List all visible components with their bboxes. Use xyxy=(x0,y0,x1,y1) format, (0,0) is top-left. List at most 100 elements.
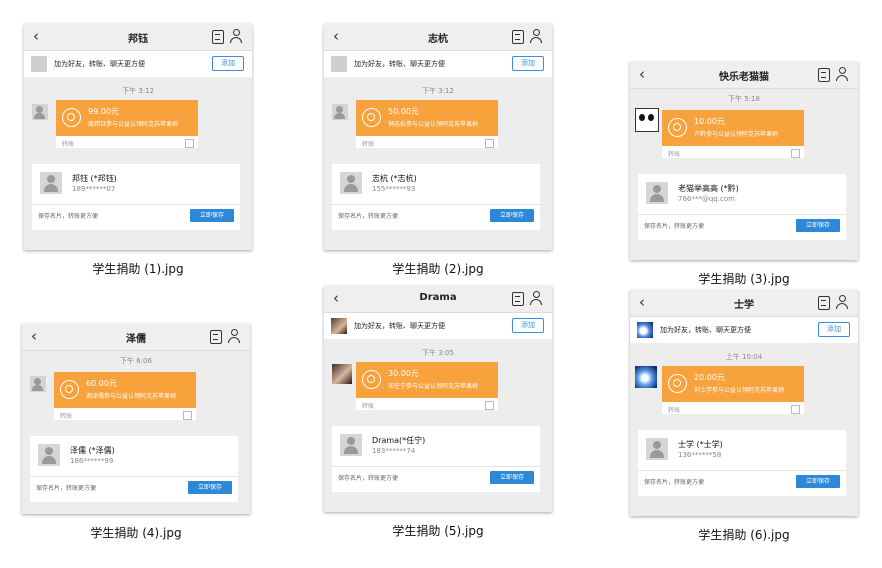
transfer-icon xyxy=(185,139,194,148)
save-button: 立即保存 xyxy=(190,209,234,222)
avatar xyxy=(637,322,653,338)
message-time: 下午 5:18 xyxy=(728,95,760,103)
transfer-bubble: 30.00元 宋任宁参与公益认领阿克苏苹果树 转账 xyxy=(356,362,498,410)
sender-avatar xyxy=(30,376,46,392)
transfer-icon xyxy=(791,405,800,414)
save-text: 保存名片，转账更方便 xyxy=(338,475,399,482)
card-icon xyxy=(818,68,830,82)
profile-icon xyxy=(836,67,848,81)
transfer-amount: 50.00元 xyxy=(388,107,419,116)
divider xyxy=(332,466,540,467)
transfer-label: 转账 xyxy=(362,403,375,410)
file-name[interactable]: 学生捐助 (6).jpg xyxy=(624,526,864,543)
transfer-icon xyxy=(485,401,494,410)
message-time: 上午 10:04 xyxy=(725,353,763,361)
card-name: 泽儒 (*泽儒) xyxy=(70,446,115,455)
transfer-label: 转账 xyxy=(668,407,681,414)
card-avatar xyxy=(340,172,362,194)
card-number: 155******93 xyxy=(372,185,416,193)
thumbnail[interactable]: ‹ 志杭 加为好友，转账、聊天更方便 添加 下午 3:12 50.00元 钟志杭… xyxy=(324,24,552,250)
thumbnail[interactable]: ‹ 邦钰 加为好友，转账、聊天更方便 添加 下午 3:12 99.00元 周邦钰… xyxy=(24,24,252,250)
divider xyxy=(332,204,540,205)
message-time: 下午 6:06 xyxy=(120,357,152,365)
card-number: 186******99 xyxy=(70,457,114,465)
file-name[interactable]: 学生捐助 (2).jpg xyxy=(318,260,558,277)
add-friend-bar: 加为好友，转账、聊天更方便 添加 xyxy=(324,313,552,339)
transfer-amount: 30.00元 xyxy=(388,369,419,378)
file-name[interactable]: 学生捐助 (5).jpg xyxy=(318,522,558,539)
contact-card: 泽儒 (*泽儒) 186******99 保存名片，转账更方便 立即保存 xyxy=(30,436,238,502)
file-item[interactable]: ‹ 志杭 加为好友，转账、聊天更方便 添加 下午 3:12 50.00元 钟志杭… xyxy=(318,24,558,277)
coin-icon xyxy=(62,108,81,127)
card-avatar xyxy=(646,438,668,460)
card-icon xyxy=(212,30,224,44)
profile-icon xyxy=(228,329,240,343)
transfer-description: 刘士学参与公益认领阿克苏苹果树 xyxy=(694,387,785,394)
message-time: 下午 3:05 xyxy=(422,349,454,357)
card-number: 183******74 xyxy=(372,447,416,455)
file-name[interactable]: 学生捐助 (3).jpg xyxy=(624,270,864,287)
add-friend-bar: 加为好友，转账、聊天更方便 添加 xyxy=(324,51,552,77)
thumbnail[interactable]: ‹ 士学 加为好友，转账、聊天更方便 添加 上午 10:04 20.00元 刘士… xyxy=(630,290,858,516)
transfer-icon xyxy=(485,139,494,148)
transfer-description: 周邦钰参与公益认领阿克苏苹果树 xyxy=(88,121,179,128)
file-item[interactable]: ‹ 士学 加为好友，转账、聊天更方便 添加 上午 10:04 20.00元 刘士… xyxy=(624,290,864,543)
file-item[interactable]: ‹ 邦钰 加为好友，转账、聊天更方便 添加 下午 3:12 99.00元 周邦钰… xyxy=(18,24,258,277)
card-number: 136******58 xyxy=(678,451,722,459)
card-number: 189******07 xyxy=(72,185,116,193)
chat-header: ‹ 士学 xyxy=(630,290,858,317)
sender-avatar xyxy=(332,104,348,120)
card-avatar xyxy=(38,444,60,466)
transfer-label: 转账 xyxy=(62,141,75,148)
coin-icon xyxy=(362,370,381,389)
thumbnail[interactable]: ‹ Drama 加为好友，转账、聊天更方便 添加 下午 3:05 30.00元 … xyxy=(324,286,552,512)
coin-icon xyxy=(668,374,687,393)
thumbnail[interactable]: ‹ 泽儒 下午 6:06 60.00元 谢泽儒参与公益认领阿克苏苹果树 转账 泽… xyxy=(22,324,250,514)
avatar xyxy=(331,56,347,72)
file-item[interactable]: ‹ Drama 加为好友，转账、聊天更方便 添加 下午 3:05 30.00元 … xyxy=(318,286,558,539)
transfer-description: 卢黔参与公益认领阿克苏苹果树 xyxy=(694,131,779,138)
sender-avatar xyxy=(32,104,48,120)
transfer-amount: 99.00元 xyxy=(88,107,119,116)
card-name: 邦钰 (*邦钰) xyxy=(72,174,117,183)
save-text: 保存名片，转账更方便 xyxy=(644,223,705,230)
card-name: 士学 (*士学) xyxy=(678,440,723,449)
coin-icon xyxy=(668,118,687,137)
file-item[interactable]: ‹ 泽儒 下午 6:06 60.00元 谢泽儒参与公益认领阿克苏苹果树 转账 泽… xyxy=(16,324,256,541)
card-avatar xyxy=(646,182,668,204)
add-button: 添加 xyxy=(512,318,544,333)
file-item[interactable]: ‹ 快乐老猫猫 下午 5:18 10.00元 卢黔参与公益认领阿克苏苹果树 转账… xyxy=(624,24,864,287)
add-friend-bar: 加为好友，转账、聊天更方便 添加 xyxy=(24,51,252,77)
transfer-amount: 20.00元 xyxy=(694,373,725,382)
transfer-description: 谢泽儒参与公益认领阿克苏苹果树 xyxy=(86,393,177,400)
thumbnail[interactable]: ‹ 快乐老猫猫 下午 5:18 10.00元 卢黔参与公益认领阿克苏苹果树 转账… xyxy=(630,62,858,260)
contact-card: 邦钰 (*邦钰) 189******07 保存名片，转账更方便 立即保存 xyxy=(32,164,240,230)
save-text: 保存名片，转账更方便 xyxy=(36,485,97,492)
divider xyxy=(638,470,846,471)
save-text: 保存名片，转账更方便 xyxy=(38,213,99,220)
avatar xyxy=(331,318,347,334)
add-friend-text: 加为好友，转账、聊天更方便 xyxy=(354,60,445,68)
card-icon xyxy=(818,296,830,310)
profile-icon xyxy=(230,29,242,43)
save-button: 立即保存 xyxy=(490,209,534,222)
message-time: 下午 3:12 xyxy=(122,87,154,95)
file-name[interactable]: 学生捐助 (4).jpg xyxy=(16,524,256,541)
card-number: 766***@qq.com xyxy=(678,195,735,203)
contact-card: 老猫举高高 (*黔) 766***@qq.com 保存名片，转账更方便 立即保存 xyxy=(638,174,846,240)
add-friend-text: 加为好友，转账、聊天更方便 xyxy=(54,60,145,68)
card-icon xyxy=(512,292,524,306)
save-text: 保存名片，转账更方便 xyxy=(644,479,705,486)
contact-card: Drama(*任宁) 183******74 保存名片，转账更方便 立即保存 xyxy=(332,426,540,492)
chat-header: ‹ 快乐老猫猫 xyxy=(630,62,858,89)
divider xyxy=(30,476,238,477)
add-friend-bar: 加为好友，转账、聊天更方便 添加 xyxy=(630,317,858,343)
file-name[interactable]: 学生捐助 (1).jpg xyxy=(18,260,258,277)
message-time: 下午 3:12 xyxy=(422,87,454,95)
profile-icon xyxy=(836,295,848,309)
transfer-bubble: 50.00元 钟志杭参与公益认领阿克苏苹果树 转账 xyxy=(356,100,498,148)
profile-icon xyxy=(530,291,542,305)
chat-header: ‹ 邦钰 xyxy=(24,24,252,51)
divider xyxy=(32,204,240,205)
add-friend-text: 加为好友，转账、聊天更方便 xyxy=(354,322,445,330)
